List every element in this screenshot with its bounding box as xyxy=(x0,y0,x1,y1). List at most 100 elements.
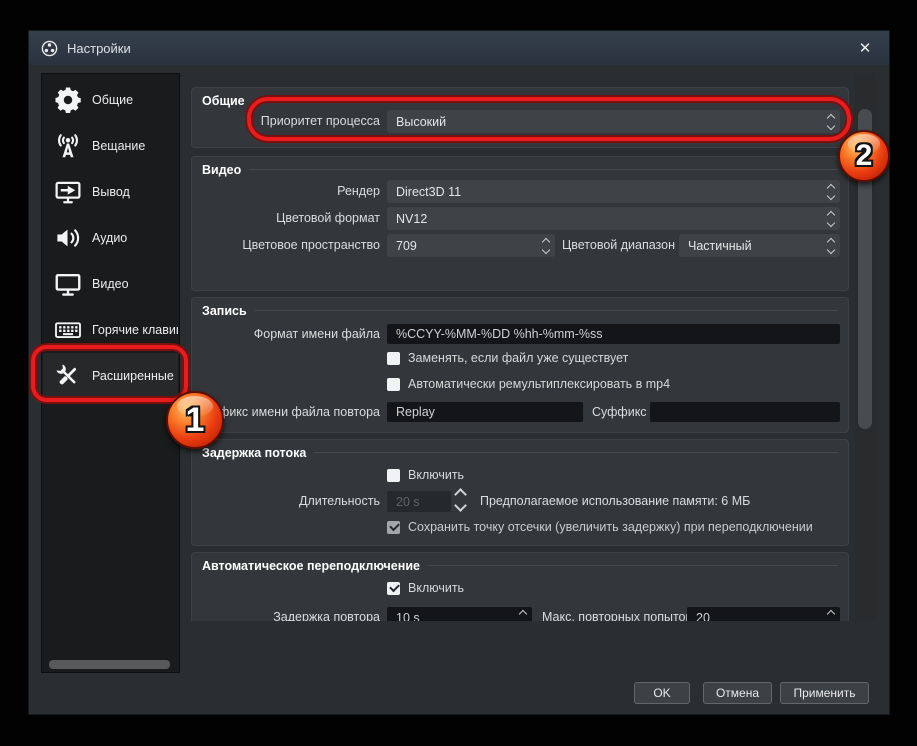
overwrite-file-label: Заменять, если файл уже существует xyxy=(408,351,629,365)
duration-spinbox[interactable]: 20 s xyxy=(387,491,451,512)
section-title: Видео xyxy=(202,162,242,177)
annotation-ring-process-priority xyxy=(247,97,851,141)
screenshot-root: Настройки ✕ Общие Вещание Вывод Аудио Ви… xyxy=(0,0,917,746)
chevron-updown-icon xyxy=(541,234,551,257)
chevron-updown-icon xyxy=(518,607,528,621)
output-monitor-arrow-icon xyxy=(51,175,85,209)
renderer-select[interactable]: Direct3D 11 xyxy=(387,180,840,203)
section-stream-delay: Задержка потока Включить Длительность 20… xyxy=(191,439,849,546)
color-format-value: NV12 xyxy=(396,211,428,226)
color-range-select[interactable]: Частичный xyxy=(679,234,840,257)
section-header: Запись xyxy=(202,302,838,319)
stream-delay-enable-checkbox[interactable] xyxy=(387,468,400,482)
duration-value: 20 s xyxy=(396,494,420,509)
retry-delay-value: 10 s xyxy=(396,610,420,622)
sidebar-item-label: Видео xyxy=(92,277,129,291)
close-button[interactable]: ✕ xyxy=(853,39,877,57)
duration-label: Длительность xyxy=(298,494,380,508)
sidebar-item-audio[interactable]: Аудио xyxy=(43,215,178,261)
section-header: Видео xyxy=(202,161,838,178)
gear-icon xyxy=(51,83,85,117)
renderer-value: Direct3D 11 xyxy=(396,184,462,199)
remux-mp4-checkbox[interactable] xyxy=(387,377,400,391)
color-space-value: 709 xyxy=(396,238,417,253)
memory-usage-note: Предполагаемое использование памяти: 6 М… xyxy=(480,494,751,508)
sidebar-item-stream[interactable]: Вещание xyxy=(43,123,178,169)
suffix-label: Суффикс xyxy=(592,405,647,419)
annotation-step-2-number: 2 xyxy=(855,139,873,172)
divider xyxy=(314,452,838,453)
stream-delay-enable-label: Включить xyxy=(408,468,465,482)
sidebar-item-label: Общие xyxy=(92,93,134,107)
preserve-cutoff-option: Сохранить точку отсечки (увеличить задер… xyxy=(387,518,813,536)
section-title: Задержка потока xyxy=(202,445,307,460)
sidebar-item-label: Вывод xyxy=(92,185,130,199)
section-video: Видео Рендер Direct3D 11 Цветовой формат… xyxy=(191,156,849,291)
remux-mp4-option: Автоматически ремультиплексировать в mp4 xyxy=(387,375,670,393)
overwrite-file-checkbox[interactable] xyxy=(387,351,400,365)
replay-prefix-input[interactable]: Replay xyxy=(387,402,583,422)
auto-reconnect-enable-option: Включить xyxy=(387,579,464,597)
filename-format-input[interactable]: %CCYY-%MM-%DD %hh-%mm-%ss xyxy=(387,324,840,344)
divider xyxy=(427,565,838,566)
preserve-cutoff-checkbox[interactable] xyxy=(387,520,400,534)
color-space-label: Цветовое пространство xyxy=(242,238,380,252)
retry-delay-spinbox[interactable]: 10 s xyxy=(387,607,532,621)
remux-mp4-label: Автоматически ремультиплексировать в mp4 xyxy=(408,377,671,391)
sidebar-item-label: Аудио xyxy=(92,231,128,245)
color-range-label: Цветовой диапазон xyxy=(562,238,675,252)
renderer-label: Рендер xyxy=(337,184,380,198)
chevron-updown-icon xyxy=(826,234,836,257)
section-title: Запись xyxy=(202,303,247,318)
section-title: Автоматическое переподключение xyxy=(202,558,420,573)
annotation-step-2-badge: 2 xyxy=(838,130,890,182)
ok-button[interactable]: OK xyxy=(634,682,690,704)
overwrite-file-option: Заменять, если файл уже существует xyxy=(387,349,628,367)
chevron-updown-icon xyxy=(826,180,836,203)
obs-logo-icon xyxy=(41,40,58,57)
sidebar-item-output[interactable]: Вывод xyxy=(43,169,178,215)
max-retries-value: 20 xyxy=(696,610,710,622)
retry-delay-label: Задержка повтора xyxy=(273,610,380,621)
section-title: Общие xyxy=(202,93,245,108)
annotation-ring-advanced xyxy=(31,345,188,402)
chevron-down-icon[interactable] xyxy=(454,499,467,512)
section-header: Задержка потока xyxy=(202,444,838,461)
speaker-icon xyxy=(51,221,85,255)
divider xyxy=(249,169,838,170)
scrollbar-thumb[interactable] xyxy=(49,660,170,669)
duration-stepper[interactable] xyxy=(454,488,467,512)
suffix-input[interactable] xyxy=(650,402,840,422)
keyboard-icon xyxy=(51,313,85,347)
color-range-value: Частичный xyxy=(688,238,752,253)
color-space-select[interactable]: 709 xyxy=(387,234,555,257)
monitor-icon xyxy=(51,267,85,301)
section-recording: Запись Формат имени файла %CCYY-%MM-%DD … xyxy=(191,297,849,433)
preserve-cutoff-label: Сохранить точку отсечки (увеличить задер… xyxy=(408,520,813,534)
section-auto-reconnect: Автоматическое переподключение Включить … xyxy=(191,552,849,621)
filename-format-value: %CCYY-%MM-%DD %hh-%mm-%ss xyxy=(396,327,603,341)
annotation-step-1-number: 1 xyxy=(185,400,205,439)
auto-reconnect-enable-label: Включить xyxy=(408,581,465,595)
sidebar-item-label: Вещание xyxy=(92,139,146,153)
sidebar-item-video[interactable]: Видео xyxy=(43,261,178,307)
chevron-updown-icon xyxy=(826,607,836,621)
window-title: Настройки xyxy=(67,40,131,56)
settings-scroll-area: Общие Приоритет процесса Высокий Видео Р… xyxy=(191,73,851,621)
annotation-step-1-badge: 1 xyxy=(166,391,224,449)
apply-button[interactable]: Применить xyxy=(780,682,869,704)
divider xyxy=(254,310,838,311)
max-retries-spinbox[interactable]: 20 xyxy=(687,607,840,621)
color-format-select[interactable]: NV12 xyxy=(387,207,840,230)
sidebar-item-label: Горячие клавиш xyxy=(92,323,178,337)
chevron-updown-icon xyxy=(826,207,836,230)
replay-prefix-value: Replay xyxy=(396,405,435,419)
auto-reconnect-enable-checkbox[interactable] xyxy=(387,581,400,595)
sidebar-item-general[interactable]: Общие xyxy=(43,77,178,123)
cancel-button[interactable]: Отмена xyxy=(703,682,772,704)
color-format-label: Цветовой формат xyxy=(276,211,380,225)
sidebar-horizontal-scrollbar[interactable] xyxy=(42,660,179,670)
titlebar[interactable]: Настройки ✕ xyxy=(29,31,889,65)
section-header: Автоматическое переподключение xyxy=(202,557,838,574)
stream-delay-enable-option: Включить xyxy=(387,466,464,484)
